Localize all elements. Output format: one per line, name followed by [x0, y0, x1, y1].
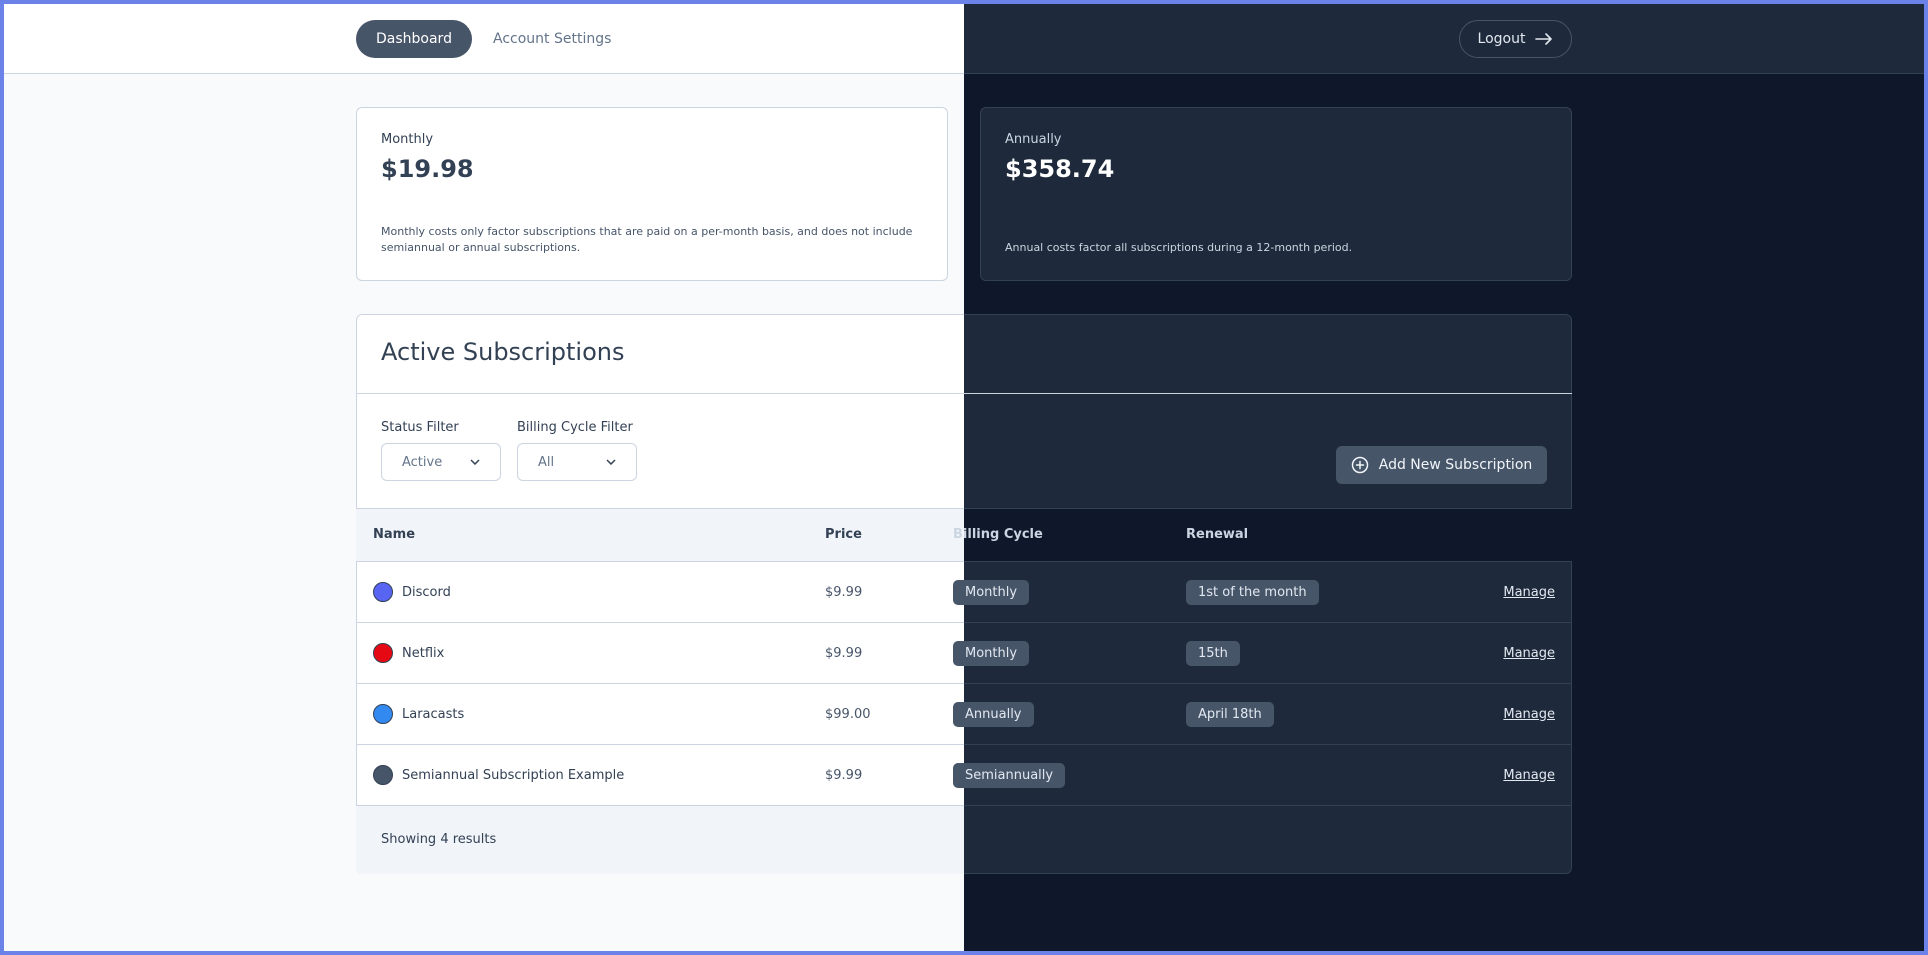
monthly-description: Monthly costs only factor subscriptions …: [381, 225, 913, 254]
results-count: Showing 4 results: [381, 832, 497, 847]
billing-filter-value: All: [538, 454, 555, 470]
table-header: Name Price Billing Cycle Renewal: [356, 508, 1572, 562]
monthly-label: Monthly: [381, 132, 434, 147]
add-subscription-button[interactable]: Add New Subscription: [1336, 446, 1547, 484]
name-cell: Netflix: [373, 623, 444, 683]
action-cell: Manage: [1503, 745, 1555, 805]
color-dot: [373, 643, 393, 663]
billing-filter-group: Billing Cycle Filter All: [517, 420, 637, 481]
monthly-cost-card: Monthly $19.98 Monthly costs only factor…: [356, 107, 948, 281]
arrow-right-icon: [1535, 33, 1553, 45]
price-cell: $9.99: [825, 767, 863, 783]
action-cell: Manage: [1503, 684, 1555, 744]
subscription-name: Netflix: [402, 645, 445, 661]
chevron-down-icon: [470, 459, 480, 465]
table-row: Discord $9.99 Monthly 1st of the month M…: [356, 562, 1572, 623]
manage-link[interactable]: Manage: [1503, 646, 1555, 661]
annual-amount: $358.74: [1005, 155, 1115, 183]
renewal-cell: 1st of the month: [1186, 562, 1319, 622]
billing-cycle-cell: Semiannually: [953, 745, 1066, 805]
subscription-name: Discord: [402, 584, 451, 600]
add-subscription-label: Add New Subscription: [1378, 457, 1533, 473]
annual-cost-card: Annually $358.74 Annual costs factor all…: [980, 107, 1572, 281]
subscriptions-panel: Active Subscriptions Status Filter Activ…: [356, 314, 1572, 874]
status-filter-label: Status Filter: [381, 420, 459, 435]
table-footer: Showing 4 results: [356, 806, 1572, 874]
renewal-badge: 1st of the month: [1186, 579, 1319, 605]
column-header-billing-cycle: Billing Cycle: [953, 527, 1043, 542]
price-cell: $9.99: [825, 645, 863, 661]
action-cell: Manage: [1503, 562, 1555, 622]
price-cell: $99.00: [825, 706, 871, 722]
table-row: Netflix $9.99 Monthly 15th Manage: [356, 623, 1572, 684]
annual-description: Annual costs factor all subscriptions du…: [1005, 241, 1353, 254]
billing-cycle-badge: Semiannually: [953, 762, 1066, 788]
name-cell: Laracasts: [373, 684, 464, 744]
renewal-cell: April 18th: [1186, 684, 1274, 744]
billing-cycle-cell: Annually: [953, 684, 1034, 744]
manage-link[interactable]: Manage: [1503, 585, 1555, 600]
table-header-light: [356, 508, 964, 562]
renewal-cell: 15th: [1186, 623, 1240, 683]
renewal-badge: 15th: [1186, 640, 1240, 666]
page-title: Active Subscriptions: [381, 338, 625, 366]
billing-cycle-badge: Monthly: [953, 640, 1030, 666]
table-row: Laracasts $99.00 Annually April 18th Man…: [356, 684, 1572, 745]
manage-link[interactable]: Manage: [1503, 707, 1555, 722]
plus-circle-icon: [1351, 456, 1368, 474]
annual-label: Annually: [1005, 132, 1062, 147]
column-header-renewal: Renewal: [1186, 527, 1249, 542]
subscription-name: Semiannual Subscription Example: [402, 767, 625, 783]
status-filter-select[interactable]: Active: [381, 443, 501, 481]
nav-dashboard-tab[interactable]: Dashboard: [356, 20, 472, 58]
action-cell: Manage: [1503, 623, 1555, 683]
navbar-dark: [964, 0, 1928, 74]
status-filter-value: Active: [402, 454, 443, 470]
price-cell: $9.99: [825, 584, 863, 600]
color-dot: [373, 765, 393, 785]
billing-cycle-cell: Monthly: [953, 623, 1030, 683]
column-header-price: Price: [825, 527, 862, 542]
column-header-name: Name: [373, 527, 416, 542]
billing-filter-label: Billing Cycle Filter: [517, 420, 633, 435]
logout-label: Logout: [1477, 31, 1526, 47]
monthly-amount: $19.98: [381, 155, 474, 183]
panel-header: Active Subscriptions: [356, 314, 1572, 394]
subscription-name: Laracasts: [402, 706, 465, 722]
billing-cycle-badge: Monthly: [953, 579, 1030, 605]
billing-cycle-cell: Monthly: [953, 562, 1030, 622]
color-dot: [373, 704, 393, 724]
status-filter-group: Status Filter Active: [381, 420, 501, 481]
manage-link[interactable]: Manage: [1503, 768, 1555, 783]
name-cell: Discord: [373, 562, 451, 622]
table-row: Semiannual Subscription Example $9.99 Se…: [356, 745, 1572, 806]
color-dot: [373, 582, 393, 602]
renewal-badge: April 18th: [1186, 701, 1274, 727]
logout-button[interactable]: Logout: [1459, 20, 1572, 58]
navbar-light: [0, 0, 964, 74]
billing-filter-select[interactable]: All: [517, 443, 637, 481]
nav-account-settings-link[interactable]: Account Settings: [493, 20, 611, 58]
filters-bar: Status Filter Active Billing Cycle Filte…: [356, 394, 1572, 508]
billing-cycle-badge: Annually: [953, 701, 1034, 727]
chevron-down-icon: [606, 459, 616, 465]
table-header-dark: [964, 508, 1572, 562]
name-cell: Semiannual Subscription Example: [373, 745, 624, 805]
